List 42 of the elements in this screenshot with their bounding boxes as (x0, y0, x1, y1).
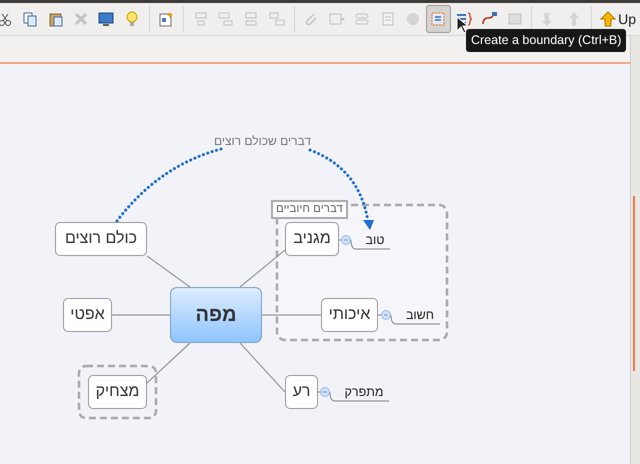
connector-line (146, 342, 190, 384)
copy-icon (22, 11, 38, 27)
topic-icon (192, 11, 209, 27)
cursor-icon (456, 16, 468, 34)
scrollbar[interactable] (630, 36, 640, 464)
relationship-label: דברים שכולם רוצים (212, 133, 312, 150)
paperclip-icon (303, 11, 320, 27)
central-topic[interactable]: מפה (170, 287, 262, 343)
connector-line (146, 256, 190, 288)
topic-node[interactable]: איכותי (321, 298, 378, 332)
image-icon (328, 11, 345, 27)
topic-node[interactable]: כולם רוצים (55, 222, 147, 256)
topic-node[interactable]: מצחיק (88, 375, 147, 409)
connector-line (262, 314, 321, 316)
globe-icon (404, 11, 421, 27)
tooltip: Create a boundary (Ctrl+B) (466, 29, 626, 52)
floating-topic-icon (268, 11, 285, 27)
topic-node[interactable]: אפטי (63, 298, 112, 332)
subtopic-label[interactable]: טוב (360, 231, 390, 250)
summary-icon (456, 11, 472, 27)
notes-icon (380, 11, 396, 27)
sheet-icon (158, 11, 174, 27)
subtopic-label[interactable]: מתפרק (339, 383, 389, 402)
up-arrow-icon (600, 11, 616, 27)
lightbulb-icon (124, 11, 140, 27)
connector-line (240, 342, 286, 392)
connector-line (112, 314, 170, 316)
subtopic-icon (218, 11, 234, 27)
label-icon (354, 11, 370, 27)
callout-icon (243, 11, 260, 27)
boundary-icon (430, 11, 446, 27)
topic-node[interactable]: מגניב (285, 222, 339, 256)
grid-icon (506, 11, 523, 27)
monitor-icon (98, 11, 114, 27)
scissors-icon (0, 11, 13, 27)
subtopic-label[interactable]: חשוב (400, 306, 440, 325)
close-icon (72, 11, 89, 27)
paste-icon (48, 11, 64, 27)
relationship-icon (481, 11, 498, 27)
topic-node[interactable]: רע (285, 375, 318, 409)
connector-line (240, 250, 286, 288)
boundary-label: דברים חיוביים (271, 200, 348, 219)
